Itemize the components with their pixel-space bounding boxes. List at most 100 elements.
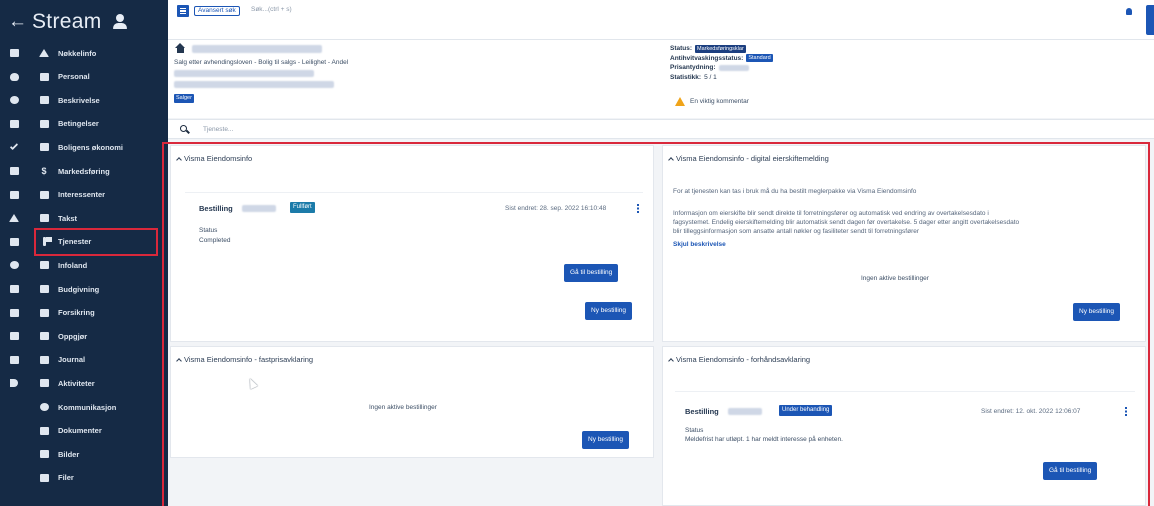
new-order-button[interactable]: Ny bestilling [585,302,633,320]
sidebar-item[interactable]: Kommunikasjon [0,396,168,418]
warning-text: En viktig kommentar [690,98,749,105]
chat-icon[interactable] [9,96,19,105]
sidebar-item-label: Bilder [58,449,80,459]
person-icon[interactable] [9,190,19,199]
table-icon [39,332,49,341]
service-search-input[interactable]: Tjeneste... [203,126,233,133]
sidebar-item-label: Forsikring [58,308,95,318]
home-icon [39,49,49,57]
service-description-line: Informasjon om eierskifte blir sendt dir… [673,210,989,217]
panel-header[interactable]: Visma Eiendomsinfo - forhåndsavklaring [668,355,810,364]
panel-forhandsavklaring: Visma Eiendomsinfo - forhåndsavklaring B… [662,346,1146,506]
square-outline-icon [39,214,49,223]
circle-icon[interactable] [9,261,19,270]
search-icon [180,125,187,132]
home-icon[interactable] [9,214,19,223]
go-to-order-button[interactable]: Gå til bestilling [1043,462,1098,480]
advanced-search-button[interactable]: Avansert søk [194,6,240,16]
sidebar-item[interactable]: Beskrivelse [0,89,168,111]
go-to-order-button[interactable]: Gå til bestilling [564,264,619,282]
sidebar-item[interactable]: Bilder [0,443,168,465]
panel-visma-eiendomsinfo: Visma Eiendomsinfo Bestilling Fullført S… [170,145,654,342]
chevron-up-icon [668,357,674,364]
app-title: Stream [32,10,102,33]
sidebar-item[interactable]: Nøkkelinfo [0,42,168,64]
sidebar-item[interactable]: Boligens økonomi [0,136,168,158]
statistics-label: Statistikk: [670,73,702,81]
warning-comment[interactable]: En viktig kommentar [675,97,749,106]
sidebar-item[interactable]: $ Markedsføring [0,160,168,182]
panel-header[interactable]: Visma Eiendomsinfo - fastprisavklaring [176,355,314,364]
order-card: Bestilling Under behandling Sist endret:… [675,391,1135,489]
sidebar-item[interactable]: Infoland [0,254,168,276]
sidebar-item[interactable]: Takst [0,207,168,229]
panel-header[interactable]: Visma Eiendomsinfo - digital eierskiftem… [668,154,829,163]
document-icon [39,426,49,435]
sidebar-item-label: Markedsføring [58,166,110,176]
sidebar-item[interactable]: Aktiviteter [0,372,168,394]
building-icon [39,72,49,81]
back-arrow-icon[interactable]: ← [8,11,32,33]
sidebar-item-label: Personal [58,72,90,82]
sidebar-item-label: Kommunikasjon [58,402,117,412]
sidebar-item-label: Takst [58,213,78,223]
panel-title: Visma Eiendomsinfo - fastprisavklaring [184,355,314,364]
sidebar-item[interactable]: Tjenester [0,227,168,256]
redacted-price [718,64,749,71]
more-options-icon[interactable] [1125,407,1127,416]
sidebar-item[interactable]: Filer [0,467,168,489]
check-icon[interactable] [9,141,19,151]
grid-icon [39,379,49,388]
bell-icon[interactable] [1126,8,1132,15]
service-search-bar[interactable]: Tjeneste... [168,119,1154,139]
sidebar-item-label: Infoland [58,260,88,270]
new-order-button[interactable]: Ny bestilling [1073,303,1121,321]
seller-badge: Salger [174,94,194,103]
new-order-button[interactable]: Ny bestilling [582,431,630,449]
sidebar-item-label: Betingelser [58,119,99,129]
sidebar-item[interactable]: Dokumenter [0,420,168,442]
antihvit-badge: Standard [746,54,773,62]
book-icon[interactable] [9,355,19,364]
book-icon [39,355,49,364]
more-options-icon[interactable] [637,204,639,213]
panel-header[interactable]: Visma Eiendomsinfo [176,154,252,163]
people-icon [39,190,49,199]
dollar-icon: $ [41,166,47,176]
sidebar-item[interactable]: Personal [0,66,168,88]
table-icon[interactable] [9,167,19,175]
logout-icon[interactable] [10,379,18,388]
redacted-address [192,45,322,53]
user-icon[interactable] [112,14,128,30]
warning-icon [675,97,685,106]
redacted-order-id [728,408,762,415]
sidebar-item[interactable]: Forsikring [0,302,168,324]
sidebar-item[interactable]: Betingelser [0,113,168,135]
car-icon[interactable] [9,308,19,317]
hide-description-link[interactable]: Skjul beskrivelse [673,241,726,248]
sidebar-item-label: Filer [58,473,74,483]
sidebar-item[interactable]: Oppgjør [0,325,168,347]
bank-icon [39,143,49,152]
sidebar-item[interactable]: Budgivning [0,278,168,300]
service-description-line: blir tilleggsinformasjon som ansatte ant… [673,228,920,235]
sidebar-item[interactable]: Journal [0,349,168,371]
sidebar-item[interactable]: Interessenter [0,184,168,206]
people-icon[interactable] [9,237,19,246]
status-value: Completed [199,237,231,244]
top-right-button[interactable] [1146,5,1154,35]
sidebar-item-label: Oppgjør [58,331,88,341]
square-outline-icon [39,96,49,105]
person-icon[interactable] [9,332,19,341]
global-search-input[interactable]: Søk...(ctrl + s) [251,6,292,13]
square-icon[interactable] [9,49,19,57]
chevron-up-icon [668,156,674,163]
grid-icon[interactable] [9,119,19,128]
menu-icon[interactable] [177,5,189,17]
top-bar: Avansert søk Søk...(ctrl + s) [168,0,1154,40]
antihvit-label: Antihvitvaskingsstatus: [670,54,744,62]
empty-state-text: Ingen aktive bestillinger [861,275,929,282]
heart-icon[interactable] [9,72,19,81]
id-card-icon[interactable] [9,285,19,293]
sidebar-item-label: Interessenter [58,190,106,200]
